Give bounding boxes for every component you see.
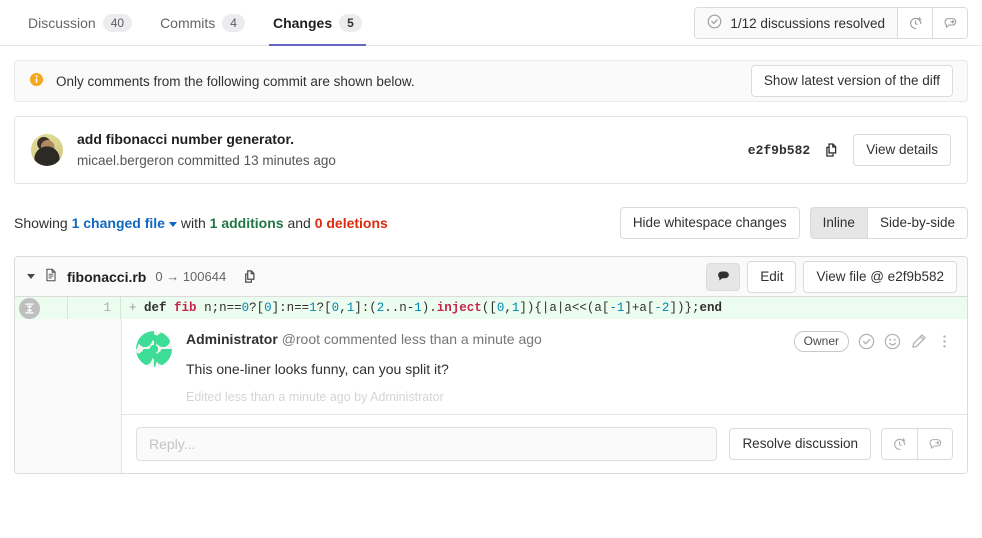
commit-card: add fibonacci number generator. micael.b… [14,116,968,184]
view-details-button[interactable]: View details [853,134,951,166]
commit-title[interactable]: add fibonacci number generator. [77,130,336,149]
tab-commits-label: Commits [160,14,216,31]
diff-version-alert: Only comments from the following commit … [14,60,968,102]
diff-line-code[interactable]: + def fib n;n==0?[0]:n==1?[0,1]:(2..n-1)… [121,297,967,319]
diff-discussion-area: Administrator @root commented less than … [15,319,967,473]
diff-file-mode: 0 → 100644 [155,269,227,284]
note-author-name[interactable]: Administrator [186,331,278,347]
commit-info: add fibonacci number generator. micael.b… [31,130,336,170]
summary-with: with [180,215,206,231]
diff-file-name[interactable]: fibonacci.rb [67,269,146,285]
alert-content: Only comments from the following commit … [29,72,415,90]
hide-whitespace-button[interactable]: Hide whitespace changes [619,207,800,239]
tab-discussion-count: 40 [102,13,133,32]
check-circle-icon[interactable] [858,333,875,350]
diff-file-identity: fibonacci.rb 0 → 100644 [27,267,257,286]
reply-input[interactable] [136,427,718,461]
notes-body: Administrator @root commented less than … [122,319,967,473]
merge-request-tabs: Discussion 40 Commits 4 Changes 5 1/12 d… [0,0,982,46]
tab-changes-count: 5 [339,13,362,32]
resolve-discussion-button[interactable]: Resolve discussion [729,428,871,460]
commit-sha[interactable]: e2f9b582 [748,143,810,158]
smiley-icon[interactable] [884,333,901,350]
diff-file-panel: fibonacci.rb 0 → 100644 Edit View file @… [14,256,968,474]
identicon-avatar [136,331,172,367]
diff-line-tokens: def fib n;n==0?[0]:n==1?[0,1]:(2..n-1).i… [144,301,722,315]
copy-icon[interactable] [243,269,257,284]
tab-discussion[interactable]: Discussion 40 [14,0,146,45]
diff-file-header: fibonacci.rb 0 → 100644 Edit View file @… [15,257,967,297]
diff-view-controls: Hide whitespace changes Inline Side-by-s… [619,207,968,239]
note-handle-time: @root commented less than a minute ago [281,331,542,347]
commit-actions: e2f9b582 View details [748,134,951,166]
note-body-text: This one-liner looks funny, can you spli… [186,361,449,377]
reply-row: Resolve discussion [122,414,967,473]
additions-count: 1 additions [209,215,284,231]
diff-file-actions: Edit View file @ e2f9b582 [706,260,957,293]
edit-file-button[interactable]: Edit [747,260,797,293]
start-review-reply-icon[interactable] [932,8,967,38]
pencil-icon[interactable] [910,333,927,350]
file-icon [44,267,58,286]
show-latest-diff-button[interactable]: Show latest version of the diff [750,65,953,97]
status-badge: Owner [793,331,849,352]
note-header: Administrator @root commented less than … [186,331,953,352]
start-review-reply-icon[interactable] [917,429,952,459]
notes-gutter [15,319,122,473]
copy-icon[interactable] [824,142,839,158]
note-actions: Owner [793,331,953,352]
commit-author-avatar [31,134,63,166]
info-icon [29,72,44,90]
note-author-line: Administrator @root commented less than … [186,331,542,347]
chevron-down-icon[interactable] [168,221,177,227]
summary-prefix: Showing [14,215,68,231]
tab-changes-label: Changes [272,14,333,31]
diff-line-new-number[interactable]: 1 [68,297,121,319]
commit-text-block: add fibonacci number generator. micael.b… [77,130,336,170]
alert-text: Only comments from the following commit … [56,73,415,89]
ellipsis-vertical-icon[interactable] [936,333,953,350]
diff-summary-row: Showing 1 changed file with 1 additions … [14,206,968,240]
reply-actions: Resolve discussion [729,428,953,460]
next-unresolved-discussion-icon[interactable] [897,8,932,38]
tab-commits-count: 4 [222,13,245,32]
tab-commits[interactable]: Commits 4 [146,0,259,45]
note-edited-text: Edited less than a minute ago by Adminis… [186,390,444,404]
deletions-count: 0 deletions [314,215,388,231]
view-mode-side-by-side-button[interactable]: Side-by-side [866,207,968,239]
tab-changes[interactable]: Changes 5 [259,0,376,46]
summary-and: and [287,215,311,231]
next-unresolved-discussion-icon[interactable] [882,429,917,459]
expand-lines-icon[interactable] [19,298,40,319]
discussions-resolved-text: 1/12 discussions resolved [730,15,885,31]
note-main: Administrator @root commented less than … [186,331,953,404]
view-file-button[interactable]: View file @ e2f9b582 [803,260,957,293]
discussion-note: Administrator @root commented less than … [122,319,967,414]
diff-summary-text: Showing 1 changed file with 1 additions … [14,215,388,231]
diff-line-marker: + [129,301,137,315]
discussion-status-group: 1/12 discussions resolved [694,7,968,39]
comment-filled-icon[interactable] [706,262,741,291]
diff-view-mode-toggle: Inline Side-by-side [809,207,968,239]
discussion-nav-group [881,428,953,460]
commit-author-line: micael.bergeron committed 13 minutes ago [77,153,336,168]
chevron-down-icon[interactable] [27,274,35,279]
tab-discussion-label: Discussion [28,14,96,31]
check-circle-icon [707,14,722,32]
discussions-resolved-status: 1/12 discussions resolved [695,8,897,38]
view-mode-inline-button[interactable]: Inline [809,207,868,239]
changed-files-dropdown[interactable]: 1 changed file [72,215,165,231]
diff-line-added: 1 + def fib n;n==0?[0]:n==1?[0,1]:(2..n-… [15,297,967,319]
